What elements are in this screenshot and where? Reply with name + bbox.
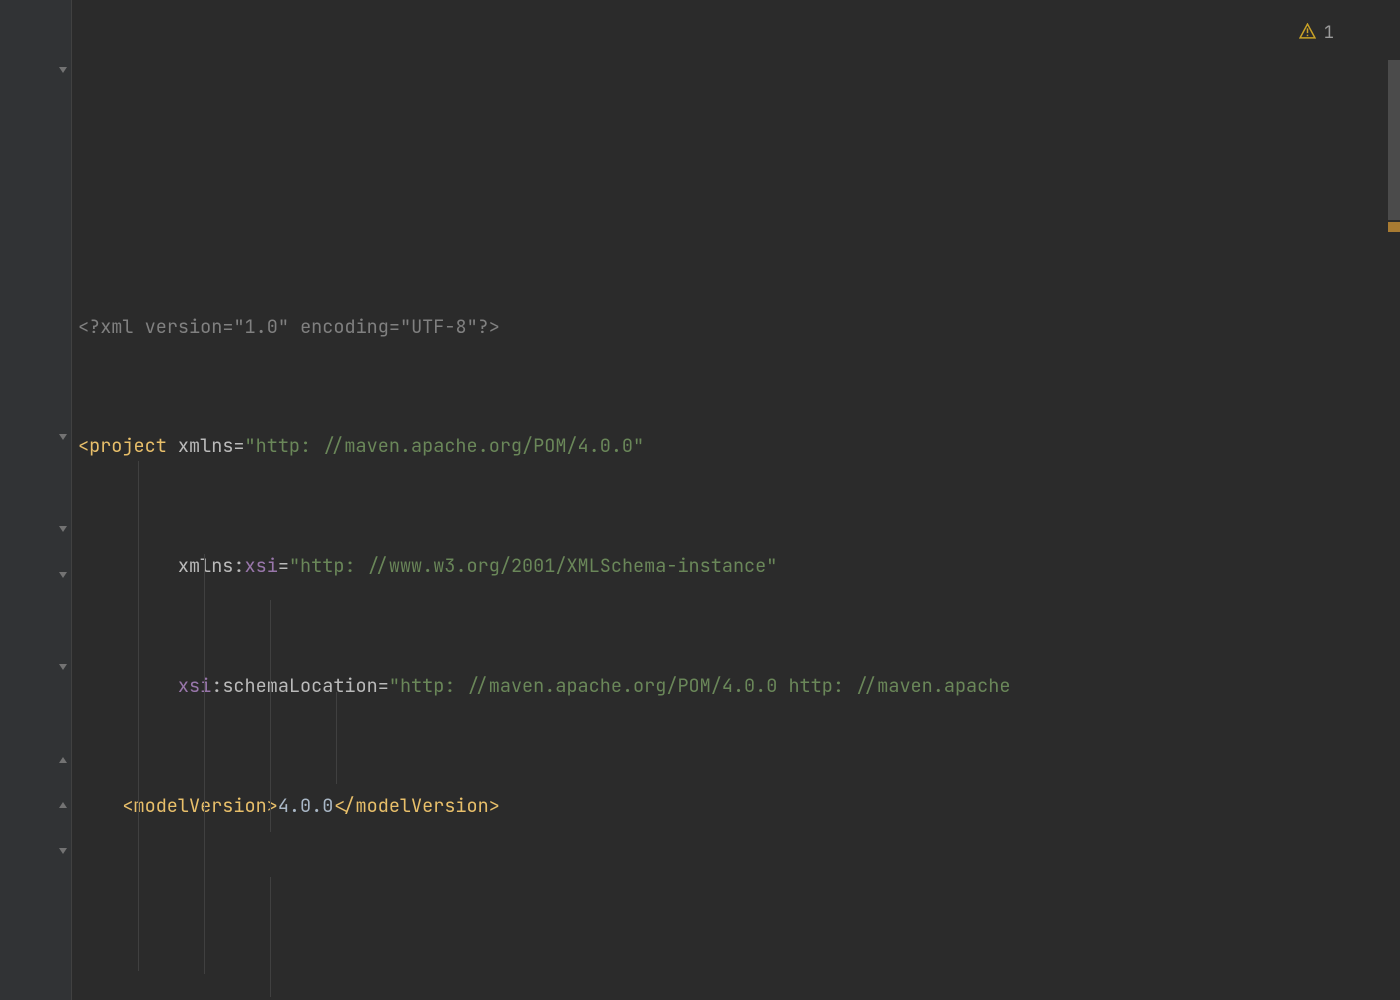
indent-guide	[270, 600, 271, 832]
fold-toggle-icon[interactable]	[56, 844, 70, 858]
next-highlight-button[interactable]	[1368, 9, 1386, 58]
code-line[interactable]: <?xml version="1.0" encoding="UTF-8"?>	[78, 304, 1394, 350]
xml-eq: =	[278, 557, 289, 576]
editor-root: 1 <?xml version="1.0" encoding="UTF-8"?>…	[0, 0, 1400, 1000]
indent-guide	[270, 877, 271, 997]
inspection-indicator[interactable]: 1	[1217, 6, 1386, 61]
code-area[interactable]: 1 <?xml version="1.0" encoding="UTF-8"?>…	[72, 0, 1400, 1000]
code-line[interactable]: <modelVersion>4.0.0</modelVersion>	[78, 783, 1394, 829]
indent-guide	[138, 461, 139, 971]
xml-value: "http: //maven.apache.org/POM/4.0.0 http…	[389, 677, 1011, 696]
xml-ns: xsi	[178, 677, 211, 696]
xml-colon: :	[211, 677, 222, 696]
code-line[interactable]	[78, 903, 1394, 949]
fold-toggle-icon[interactable]	[56, 63, 70, 77]
code-line[interactable]: <project xmlns="http: //maven.apache.org…	[78, 424, 1394, 470]
xml-ns: xsi	[245, 557, 278, 576]
xml-declaration: <?xml version="1.0" encoding="UTF-8"?>	[78, 318, 500, 337]
scrollbar-range-marker[interactable]	[1388, 60, 1400, 220]
warning-icon	[1217, 6, 1316, 61]
xml-attr: schemaLocation=	[222, 677, 389, 696]
fold-toggle-icon[interactable]	[56, 660, 70, 674]
xml-value: "http: //maven.apache.org/POM/4.0.0"	[245, 437, 645, 456]
xml-attr: xmlns:	[178, 557, 245, 576]
xml-text: 4.0.0	[278, 797, 334, 816]
fold-toggle-icon[interactable]	[56, 753, 70, 767]
scrollbar-warning-marker[interactable]	[1388, 222, 1400, 232]
warning-count: 1	[1324, 25, 1334, 42]
code-line[interactable]: xmlns:xsi="http: //www.w3.org/2001/XMLSc…	[78, 544, 1394, 590]
indent-guide	[204, 554, 205, 974]
fold-toggle-icon[interactable]	[56, 430, 70, 444]
xml-value: "http: //www.w3.org/2001/XMLSchema-insta…	[289, 557, 777, 576]
xml-tag: <modelVersion>	[122, 797, 277, 816]
indent-guide	[336, 692, 337, 784]
code-line[interactable]: xsi:schemaLocation="http: //maven.apache…	[78, 663, 1394, 709]
fold-toggle-icon[interactable]	[56, 568, 70, 582]
xml-tag: <project	[78, 437, 167, 456]
xml-attr: xmlns=	[178, 437, 245, 456]
gutter[interactable]	[0, 0, 72, 1000]
prev-highlight-button[interactable]	[1342, 9, 1360, 58]
fold-toggle-icon[interactable]	[56, 522, 70, 536]
fold-toggle-icon[interactable]	[56, 798, 70, 812]
xml-tag: </modelVersion>	[333, 797, 500, 816]
